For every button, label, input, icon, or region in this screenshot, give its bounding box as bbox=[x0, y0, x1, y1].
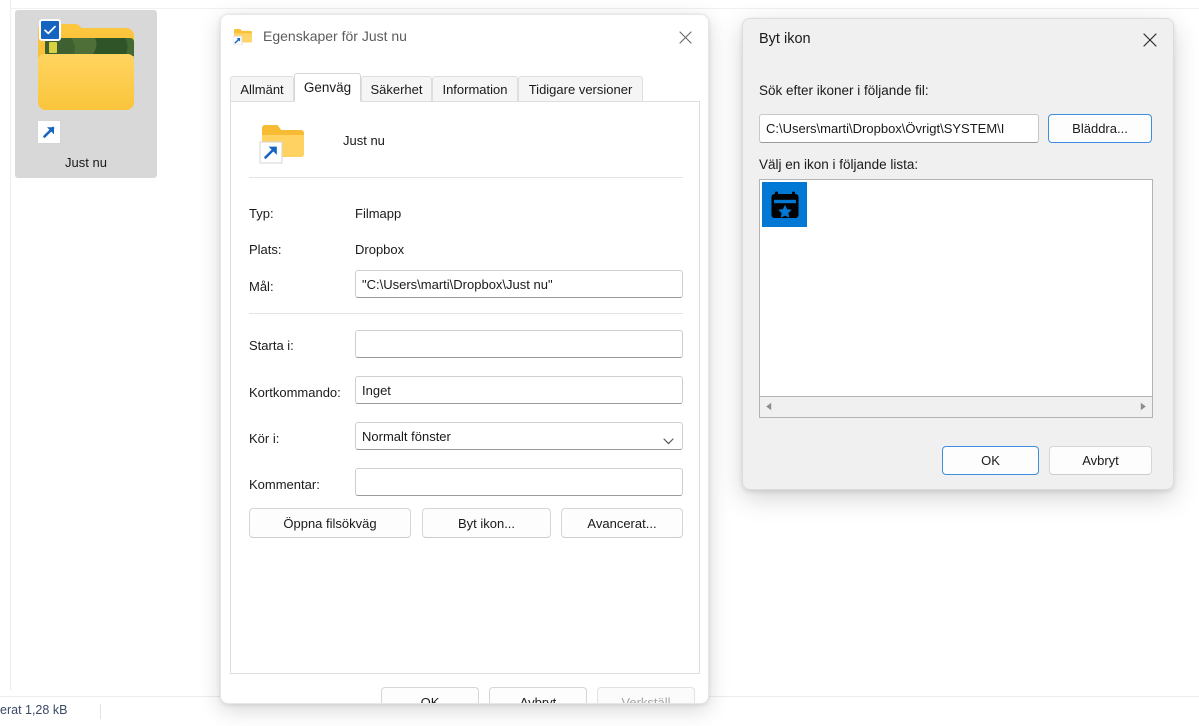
change-icon-title: Byt ikon bbox=[759, 31, 811, 47]
button-label: Avbryt bbox=[519, 695, 557, 704]
status-bar-text: erat 1,28 kB bbox=[0, 703, 68, 717]
header-separator bbox=[249, 177, 683, 178]
tab-information[interactable]: Information bbox=[432, 76, 518, 102]
tab-label: Genväg bbox=[303, 80, 352, 95]
tab-label: Information bbox=[442, 82, 508, 97]
shortcut-key-value: Inget bbox=[362, 382, 391, 398]
chevron-down-icon bbox=[663, 433, 674, 448]
properties-tabpage-genvag: Just nu Typ: Filmapp Plats: Dropbox Mål:… bbox=[230, 101, 700, 674]
field-label-kortkommando: Kortkommando: bbox=[249, 385, 341, 400]
cancel-button[interactable]: Avbryt bbox=[489, 687, 587, 704]
button-label: Avbryt bbox=[1082, 453, 1119, 468]
tab-tidigare-versioner[interactable]: Tidigare versioner bbox=[518, 76, 643, 102]
close-icon[interactable] bbox=[1127, 19, 1173, 61]
properties-dialog: Egenskaper för Just nu Allmänt Genväg Sä… bbox=[220, 14, 709, 704]
button-label: OK bbox=[420, 695, 440, 704]
icon-file-path-value: C:\Users\marti\Dropbox\Övrigt\SYSTEM\I bbox=[766, 121, 1005, 136]
explorer-top-divider bbox=[10, 8, 1199, 9]
button-label: Verkställ bbox=[621, 695, 671, 704]
tab-allmant[interactable]: Allmänt bbox=[230, 76, 294, 102]
explorer-left-divider bbox=[10, 0, 11, 690]
comment-input[interactable] bbox=[355, 468, 683, 496]
button-label: Byt ikon... bbox=[457, 515, 516, 531]
tab-label: Säkerhet bbox=[370, 82, 423, 97]
button-label: Öppna filsökväg bbox=[283, 515, 377, 531]
properties-tabstrip: Allmänt Genväg Säkerhet Information Tidi… bbox=[230, 73, 700, 102]
calendar-star-icon[interactable] bbox=[762, 182, 807, 227]
field-value-typ: Filmapp bbox=[355, 206, 402, 221]
field-label-mal: Mål: bbox=[249, 279, 274, 294]
target-path-input[interactable]: "C:\Users\marti\Dropbox\Just nu" bbox=[355, 270, 683, 298]
icon-list-horizontal-scrollbar[interactable] bbox=[759, 397, 1153, 418]
change-icon-titlebar: Byt ikon bbox=[743, 19, 1173, 61]
desktop-folder-tile[interactable]: Just nu bbox=[15, 10, 157, 178]
scroll-left-arrow-icon[interactable] bbox=[760, 397, 779, 416]
target-path-value: "C:\Users\marti\Dropbox\Just nu" bbox=[362, 276, 553, 292]
button-label: OK bbox=[981, 453, 1000, 468]
close-icon[interactable] bbox=[662, 15, 708, 59]
shortcut-key-input[interactable]: Inget bbox=[355, 376, 683, 404]
shortcut-name-label: Just nu bbox=[343, 133, 385, 148]
search-file-label: Sök efter ikoner i följande fil: bbox=[759, 83, 929, 98]
apply-button: Verkställ bbox=[597, 687, 695, 704]
scroll-right-arrow-icon[interactable] bbox=[1133, 397, 1152, 416]
desktop-folder-label: Just nu bbox=[65, 155, 107, 170]
browse-button[interactable]: Bläddra... bbox=[1048, 114, 1152, 143]
field-label-kor-i: Kör i: bbox=[249, 431, 280, 446]
start-in-input[interactable] bbox=[355, 330, 683, 358]
advanced-button[interactable]: Avancerat... bbox=[561, 508, 683, 538]
select-icon-label: Välj en ikon i följande lista: bbox=[759, 157, 919, 172]
tab-label: Allmänt bbox=[240, 82, 284, 97]
button-label: Avancerat... bbox=[587, 515, 657, 531]
change-icon-ok-button[interactable]: OK bbox=[942, 446, 1039, 475]
change-icon-cancel-button[interactable]: Avbryt bbox=[1049, 446, 1152, 475]
status-bar-divider bbox=[100, 704, 101, 719]
target-separator bbox=[249, 313, 683, 314]
folder-front-shape bbox=[38, 54, 134, 110]
button-label: Bläddra... bbox=[1072, 121, 1128, 136]
tab-label: Tidigare versioner bbox=[528, 82, 633, 97]
field-label-starta-i: Starta i: bbox=[249, 338, 294, 353]
tab-genvag[interactable]: Genväg bbox=[294, 73, 361, 102]
open-file-location-button[interactable]: Öppna filsökväg bbox=[249, 508, 411, 538]
change-icon-dialog: Byt ikon Sök efter ikoner i följande fil… bbox=[742, 18, 1174, 490]
photo-sign bbox=[48, 41, 57, 53]
icon-file-path-input[interactable]: C:\Users\marti\Dropbox\Övrigt\SYSTEM\I bbox=[759, 114, 1039, 143]
field-label-typ: Typ: bbox=[249, 206, 274, 221]
field-label-plats: Plats: bbox=[249, 242, 282, 257]
change-icon-button[interactable]: Byt ikon... bbox=[422, 508, 551, 538]
run-mode-value: Normalt fönster bbox=[362, 428, 451, 444]
tab-sakerhet[interactable]: Säkerhet bbox=[361, 76, 432, 102]
shortcut-arrow-icon bbox=[37, 120, 61, 144]
icon-list-box[interactable] bbox=[759, 179, 1153, 397]
selection-check-icon bbox=[39, 19, 61, 41]
properties-titlebar: Egenskaper för Just nu bbox=[221, 15, 708, 59]
field-label-kommentar: Kommentar: bbox=[249, 477, 320, 492]
properties-title: Egenskaper för Just nu bbox=[263, 28, 407, 44]
folder-shortcut-icon bbox=[259, 120, 307, 164]
folder-shortcut-icon bbox=[232, 27, 253, 46]
ok-button[interactable]: OK bbox=[381, 687, 479, 704]
run-mode-select[interactable]: Normalt fönster bbox=[355, 422, 683, 450]
field-value-plats: Dropbox bbox=[355, 242, 405, 257]
